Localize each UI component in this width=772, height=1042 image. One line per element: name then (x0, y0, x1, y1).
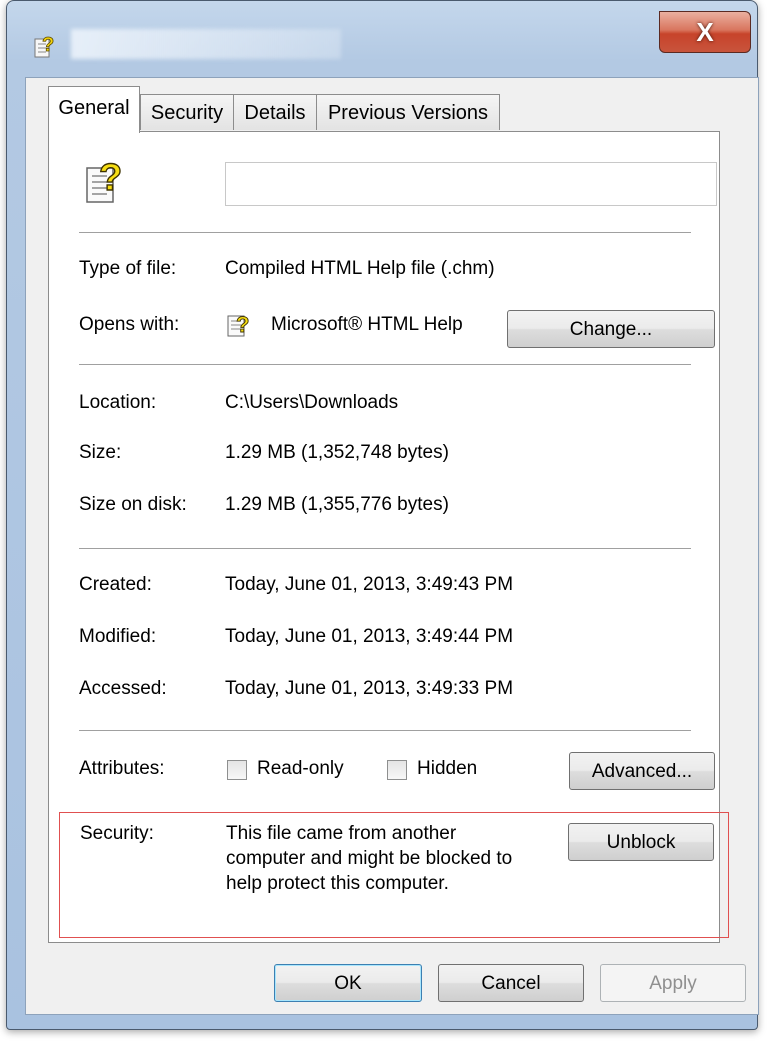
close-button[interactable]: X (659, 11, 751, 53)
opens-with-value: Microsoft® HTML Help (271, 314, 463, 335)
unblock-button[interactable]: Unblock (568, 823, 714, 861)
location-value: C:\Users\Downloads (225, 392, 399, 413)
tab-general-label: General (58, 97, 130, 119)
tab-general[interactable]: General (48, 86, 140, 133)
hidden-checkbox[interactable] (387, 760, 407, 780)
properties-window: ? X General Security Details Previous Ve… (6, 0, 759, 1030)
size-on-disk-value: 1.29 MB (1,355,776 bytes) (225, 494, 449, 515)
attributes-label: Attributes: (79, 758, 165, 779)
size-on-disk-label: Size on disk: (79, 494, 187, 515)
modified-label: Modified: (79, 626, 157, 647)
accessed-label: Accessed: (79, 678, 167, 699)
tab-security-label: Security (150, 102, 224, 124)
separator (79, 548, 691, 549)
location-label: Location: (79, 392, 157, 413)
apply-button[interactable]: Apply (600, 964, 746, 1002)
unknown-file-icon: ? (86, 156, 123, 203)
unknown-file-icon: ? (34, 34, 55, 58)
opens-with-label: Opens with: (79, 314, 180, 335)
svg-text:?: ? (42, 34, 54, 56)
advanced-button[interactable]: Advanced... (569, 752, 715, 790)
created-label: Created: (79, 574, 152, 595)
accessed-value: Today, June 01, 2013, 3:49:33 PM (225, 678, 514, 699)
separator (79, 730, 691, 731)
security-label: Security: (80, 823, 154, 844)
security-message-line: This file came from another (226, 823, 457, 844)
html-help-icon: ? (227, 312, 250, 337)
change-button[interactable]: Change... (507, 310, 715, 348)
window-title-redacted (71, 29, 341, 59)
general-panel: ? Type of file: Compiled HTML Help file … (48, 131, 729, 943)
size-label: Size: (79, 442, 122, 463)
readonly-checkbox[interactable] (227, 760, 247, 780)
close-icon: X (696, 16, 714, 47)
readonly-label: Read-only (257, 758, 344, 779)
ok-button[interactable]: OK (274, 964, 422, 1002)
type-of-file-value: Compiled HTML Help file (.chm) (225, 258, 495, 279)
tab-previous-versions-label: Previous Versions (327, 102, 489, 124)
size-value: 1.29 MB (1,352,748 bytes) (225, 442, 449, 463)
security-message-line: computer and might be blocked to (226, 848, 513, 869)
tab-security[interactable]: Security (140, 94, 234, 130)
file-name-input[interactable] (225, 162, 717, 206)
separator (79, 364, 691, 365)
security-highlight-box: Security: This file came from another co… (59, 812, 729, 938)
modified-value: Today, June 01, 2013, 3:49:44 PM (225, 626, 514, 647)
separator (79, 232, 691, 233)
tab-details[interactable]: Details (233, 94, 317, 130)
tab-details-label: Details (244, 102, 306, 124)
created-value: Today, June 01, 2013, 3:49:43 PM (225, 574, 514, 595)
svg-text:?: ? (236, 312, 249, 337)
tab-previous-versions[interactable]: Previous Versions (316, 94, 500, 130)
type-of-file-label: Type of file: (79, 258, 177, 279)
svg-text:?: ? (99, 157, 122, 199)
dialog-body: General Security Details Previous Versio… (25, 77, 759, 1015)
cancel-button[interactable]: Cancel (438, 964, 584, 1002)
security-message-line: help protect this computer. (226, 873, 449, 894)
hidden-label: Hidden (417, 758, 478, 779)
